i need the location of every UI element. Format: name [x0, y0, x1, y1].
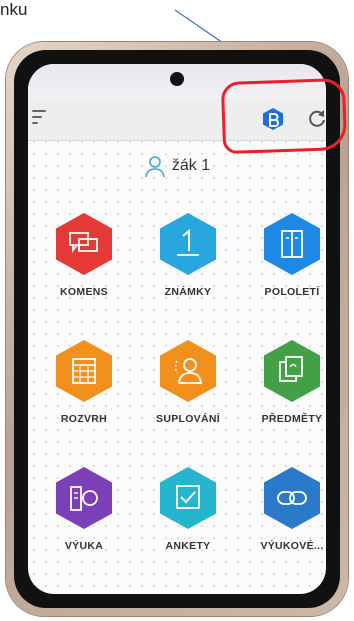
- chat-bubbles-icon: [56, 213, 112, 275]
- tile-vyuka[interactable]: VÝUKA: [42, 466, 126, 552]
- user-name: žák 1: [171, 157, 211, 174]
- survey-check-icon: [160, 467, 216, 529]
- tile-label: ANKETY: [165, 540, 211, 552]
- tile-rozvrh[interactable]: ROZVRH: [42, 339, 126, 425]
- tile-label: POLOLETÍ: [264, 286, 320, 298]
- report-book-icon: [264, 213, 320, 275]
- tile-label: SUPLOVÁNÍ: [156, 413, 220, 425]
- user-header: žák 1: [28, 154, 326, 178]
- tile-label: KOMENS: [60, 286, 108, 298]
- tile-suplovani[interactable]: SUPLOVÁNÍ: [146, 339, 230, 425]
- tile-predmety[interactable]: PŘEDMĚTY: [250, 339, 326, 425]
- substitute-person-icon: [160, 340, 216, 402]
- tile-ankety[interactable]: ANKETY: [146, 466, 230, 552]
- student-avatar-icon: [145, 156, 165, 178]
- lesson-book-icon: [56, 467, 112, 529]
- tile-label: VÝUKOVÉ...: [260, 540, 324, 552]
- subjects-copy-icon: [264, 340, 320, 402]
- link-icon: [264, 467, 320, 529]
- tile-pololeti[interactable]: POLOLETÍ: [250, 212, 326, 298]
- tile-vyukove[interactable]: VÝUKOVÉ...: [250, 466, 326, 552]
- tile-komens[interactable]: KOMENS: [42, 212, 126, 298]
- tile-label: VÝUKA: [64, 540, 104, 552]
- tile-label: PŘEDMĚTY: [261, 413, 323, 425]
- grade-one-icon: [160, 213, 216, 275]
- tile-znamky[interactable]: ZNÁMKY: [146, 212, 230, 298]
- timetable-icon: [56, 340, 112, 402]
- annotation-highlight-circle: [220, 77, 348, 155]
- tile-label: ZNÁMKY: [164, 286, 212, 298]
- hamburger-icon[interactable]: [32, 110, 48, 126]
- front-camera: [170, 72, 184, 86]
- tile-label: ROZVRH: [60, 413, 108, 425]
